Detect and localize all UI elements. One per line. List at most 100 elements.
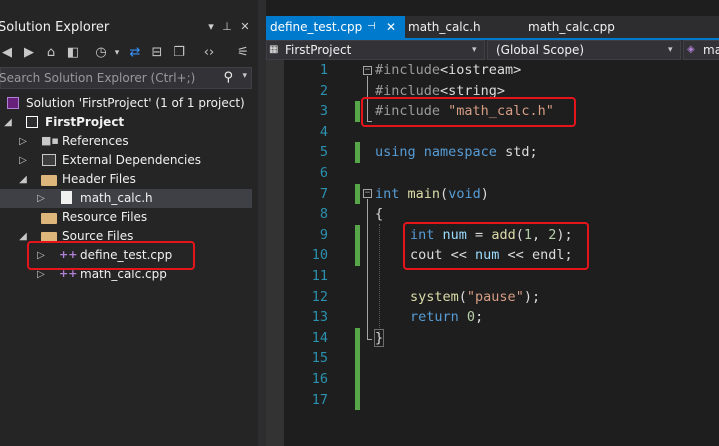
line-number: 10 [311,247,328,264]
indent-guide [379,224,380,334]
project-icon: ▦ [269,44,279,55]
solution-explorer-search[interactable]: Search Solution Explorer (Ctrl+;) ⚲ ▾ [0,67,252,89]
outline-collapse-icon[interactable]: − [363,66,372,75]
solution-explorer-panel: Solution Explorer ▾ ⊥ ✕ ◀ ▶ ⌂ ◧ ◷ ▾ ⇄ ⊟ … [0,0,258,446]
include-target: <iostream> [440,62,522,78]
sync-with-active-document-icon[interactable]: ⇄ [126,44,144,62]
tree-item-project[interactable]: ◢ FirstProject [0,113,252,132]
code-line-14[interactable]: } [373,328,385,348]
preview-code-icon[interactable]: ‹› [200,44,218,62]
tree-item-project-label: FirstProject [45,115,125,129]
change-marker [355,224,360,266]
change-marker [355,142,360,163]
scope-dropdown-value: (Global Scope) [496,43,585,57]
search-options-dropdown-icon[interactable]: ▾ [242,71,247,81]
code-line-7[interactable]: int main(void) [375,184,489,204]
change-marker [355,327,360,411]
close-icon[interactable]: ✕ [238,19,252,35]
solution-explorer-toolbar: ◀ ▶ ⌂ ◧ ◷ ▾ ⇄ ⊟ ❐ ‹› ⚟ [0,41,258,65]
code-line-5[interactable]: using namespace std; [375,142,538,162]
close-tab-icon[interactable]: ✕ [386,16,396,38]
tree-item-external-dependencies[interactable]: ▷ External Dependencies [0,151,252,170]
outline-collapse-icon[interactable]: − [363,189,372,198]
header-file-icon [61,191,72,204]
highlight-box-define-test [27,241,195,270]
method-icon: ◈ [687,44,695,55]
document-tab-strip: define_test.cpp ⊣ ✕ math_calc.h math_cal… [266,16,719,38]
solution-icon [7,97,19,109]
pin-icon[interactable]: ⊥ [220,19,234,35]
collapsed-arrow-icon[interactable]: ▷ [18,153,28,168]
indicator-margin [266,60,284,446]
line-number: 8 [319,206,328,223]
show-all-files-icon[interactable]: ❐ [170,44,188,62]
collapsed-arrow-icon[interactable]: ▷ [18,134,28,149]
tree-item-header-files[interactable]: ◢ Header Files [0,170,252,189]
punctuation: ( [440,185,449,202]
navigation-bar: ▦ FirstProject ▾ (Global Scope) ▾ ◈ ma [266,40,719,60]
properties-icon[interactable]: ⚟ [234,44,252,62]
punctuation: ( [458,288,467,305]
scope-dropdown[interactable]: (Global Scope) ▾ [487,40,681,60]
code-line-12[interactable]: system("pause"); [410,287,540,307]
tab-math-calc-h[interactable]: math_calc.h [408,16,518,38]
references-icon: ■▪ [41,134,59,147]
tree-item-resource-files-label: Resource Files [62,210,148,224]
pin-tab-icon[interactable]: ⊣ [367,16,376,38]
switch-views-icon[interactable]: ◧ [64,44,82,62]
tree-item-solution[interactable]: Solution 'FirstProject' (1 of 1 project) [0,94,252,113]
function-call: system [410,288,459,305]
tab-define-test-cpp[interactable]: define_test.cpp ⊣ ✕ [266,16,405,38]
solution-explorer-title-bar: Solution Explorer ▾ ⊥ ✕ [0,17,258,39]
keyword: return [410,309,459,326]
member-dropdown-value: ma [703,43,719,57]
expanded-arrow-icon[interactable]: ◢ [18,229,28,244]
outline-line [367,199,368,339]
filter-dropdown-icon[interactable]: ▾ [108,44,126,62]
tree-item-math-calc-h[interactable]: ▷ math_calc.h [0,189,252,208]
keyword: void [448,185,481,202]
punctuation: ); [523,288,541,305]
collapsed-arrow-icon[interactable]: ▷ [36,191,46,206]
home-icon[interactable]: ⌂ [42,44,60,62]
tab-math-calc-cpp[interactable]: math_calc.cpp [528,16,648,38]
panel-splitter[interactable] [258,0,266,446]
line-number: 17 [311,391,328,408]
window-position-dropdown-icon[interactable]: ▾ [204,19,218,35]
code-line-8[interactable]: { [375,204,383,224]
search-icon[interactable]: ⚲ [223,70,233,85]
expanded-arrow-icon[interactable]: ◢ [3,115,13,130]
number-literal: 0 [466,309,476,326]
highlight-box-include [361,97,576,127]
line-number: 11 [311,268,328,284]
project-dropdown[interactable]: ▦ FirstProject ▾ [266,40,485,60]
forward-icon[interactable]: ▶ [20,44,38,62]
code-line-1[interactable]: #include<iostream> [375,60,521,80]
member-dropdown[interactable]: ◈ ma [683,40,719,60]
back-icon[interactable]: ◀ [0,44,16,62]
tree-item-references[interactable]: ▷ ■▪ References [0,132,252,151]
line-number: 12 [311,288,328,305]
keyword: namespace [423,144,497,161]
project-dropdown-value: FirstProject [285,43,352,57]
line-number: 16 [311,371,328,387]
line-number: 9 [319,226,328,243]
tab-label: math_calc.cpp [528,20,615,34]
code-editor[interactable]: 1 2 3 4 5 6 7 8 9 10 11 12 13 14 15 16 1… [266,60,719,446]
expanded-arrow-icon[interactable]: ◢ [18,172,28,187]
punctuation: ) [480,185,489,202]
tree-item-solution-label: Solution 'FirstProject' (1 of 1 project) [26,96,245,110]
line-number: 3 [319,103,328,120]
line-number: 15 [311,350,328,367]
tree-item-math-calc-h-label: math_calc.h [80,191,153,205]
highlight-box-add-call [403,222,589,270]
brace: } [373,328,385,347]
search-placeholder: Search Solution Explorer (Ctrl+;) [0,71,196,85]
collapse-all-icon[interactable]: ⊟ [148,44,166,62]
preprocessor-directive: #include [375,62,441,78]
external-dependencies-icon [42,154,56,166]
code-line-13[interactable]: return 0; [410,307,483,327]
tree-item-resource-files[interactable]: Resource Files [0,208,252,227]
line-number: 4 [319,123,328,140]
line-number: 14 [311,329,328,346]
